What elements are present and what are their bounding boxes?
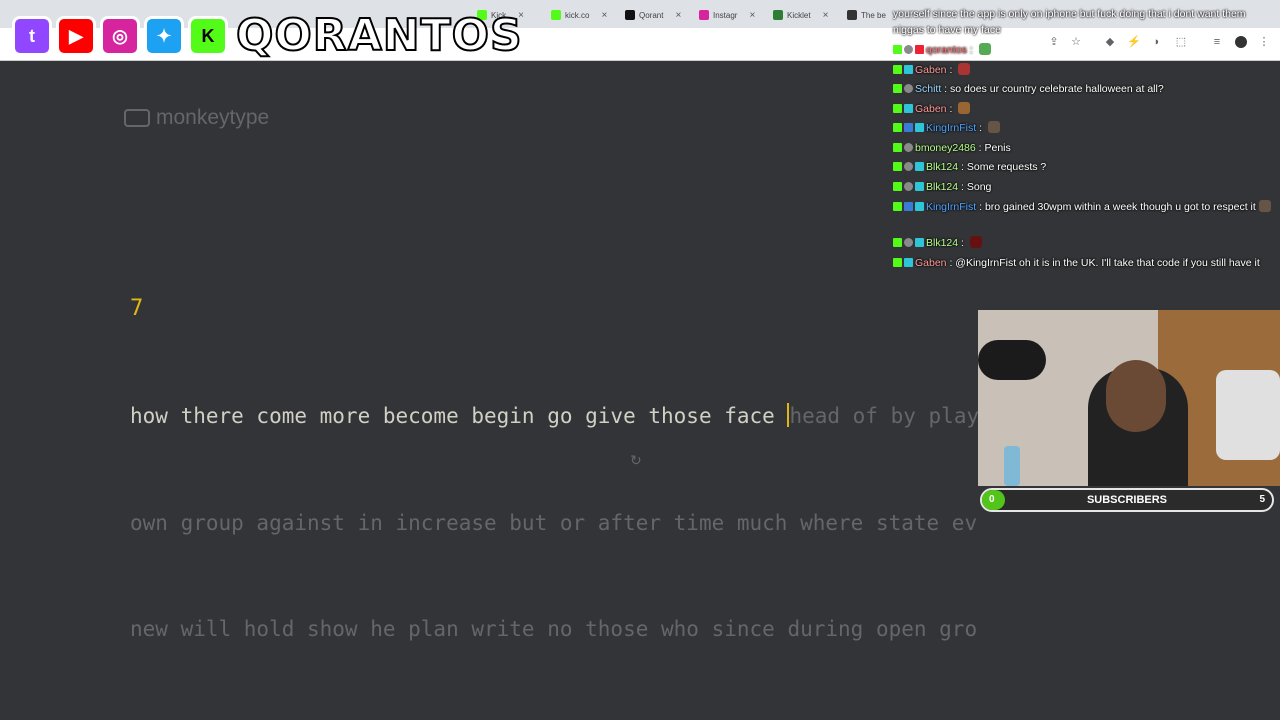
- browser-tab[interactable]: Instagr ×: [699, 6, 755, 24]
- words-line: how there come more become begin go give…: [130, 399, 978, 435]
- chat-message: Gaben :: [893, 62, 1277, 78]
- tab-label: The be: [861, 10, 886, 20]
- chat-message-partial: yourself since the app is only on iphone…: [893, 8, 1246, 36]
- kick-icon: K: [188, 16, 228, 56]
- keyboard-icon: [124, 109, 150, 127]
- instagram-favicon-icon: [699, 10, 709, 20]
- browser-tab[interactable]: The be: [847, 6, 886, 24]
- browser-tab[interactable]: Qorant ×: [625, 6, 681, 24]
- words-line: own group against in increase but or aft…: [130, 510, 978, 535]
- words-line: new will hold show he plan write no thos…: [130, 617, 978, 641]
- chat-message: KingIrnFist : bro gained 30wpm within a …: [893, 199, 1277, 215]
- close-icon[interactable]: ×: [823, 10, 829, 21]
- twitch-icon: t: [12, 16, 52, 56]
- github-favicon-icon: [847, 10, 857, 20]
- streamer-webcam: [978, 310, 1280, 486]
- chat-message: qorantos :: [893, 42, 1277, 58]
- chat-message: bmoney2486 : Penis: [893, 140, 1277, 156]
- typed-words: how there come more become begin go give…: [130, 404, 788, 428]
- microphone: [978, 340, 1046, 380]
- chat-message: Gaben :: [893, 101, 1277, 117]
- tab-label: kick.co: [565, 10, 590, 20]
- tab-label: Qorant: [639, 10, 664, 20]
- word-counter: 7: [130, 296, 144, 321]
- kicklet-favicon-icon: [773, 10, 783, 20]
- browser-tab[interactable]: Kicklet ×: [773, 6, 828, 24]
- chat-message: Schitt : so does ur country celebrate ha…: [893, 81, 1277, 97]
- chat-message: Gaben : @KingIrnFist oh it is in the UK.…: [893, 255, 1277, 271]
- stream-socials-overlay: t ▶ ◎ ✦ K QORANTOS: [12, 8, 523, 64]
- subscriber-goal-bar: 0 SUBSCRIBERS 5: [980, 488, 1274, 512]
- subscriber-goal: 5: [1259, 494, 1265, 505]
- close-icon[interactable]: ×: [601, 10, 607, 21]
- subscriber-label: SUBSCRIBERS: [1086, 494, 1168, 506]
- tab-label: Kicklet: [787, 10, 811, 20]
- stream-chat-overlay: yourself since the app is only on iphone…: [893, 0, 1280, 290]
- chat-message: Blk124 :: [893, 235, 1277, 251]
- instagram-icon: ◎: [100, 16, 140, 56]
- twitter-icon: ✦: [144, 16, 184, 56]
- typing-test-words[interactable]: how there come more become begin go give…: [130, 328, 978, 683]
- chat-message: Blk124 : Song: [893, 179, 1277, 195]
- restart-test-icon[interactable]: ↻: [630, 452, 642, 469]
- youtube-icon: ▶: [56, 16, 96, 56]
- browser-tab[interactable]: kick.co ×: [551, 6, 607, 24]
- kick-favicon-icon: [551, 10, 561, 20]
- tiktok-favicon-icon: [625, 10, 635, 20]
- chat-message: KingIrnFist :: [893, 120, 1277, 136]
- water-bottle: [1004, 446, 1020, 486]
- streamer-brand-name: QORANTOS: [235, 9, 523, 62]
- monkeytype-logo[interactable]: monkeytype: [124, 106, 269, 130]
- tab-label: Instagr: [713, 10, 738, 20]
- close-icon[interactable]: ×: [675, 10, 681, 21]
- chat-message: Blk124 : Some requests ?: [893, 159, 1277, 175]
- logo-text: monkeytype: [156, 106, 270, 129]
- close-icon[interactable]: ×: [749, 10, 755, 21]
- upcoming-words: head of by play: [789, 404, 978, 428]
